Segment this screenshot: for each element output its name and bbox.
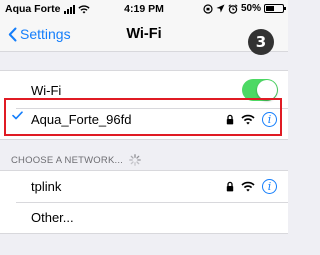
orientation-lock-icon	[203, 3, 213, 14]
page-title: Wi-Fi	[126, 26, 162, 42]
wifi-signal-icon	[241, 181, 255, 191]
networks-section-header: CHOOSE A NETWORK...	[11, 154, 141, 166]
alarm-icon	[228, 3, 238, 14]
status-bar-right: 50%	[203, 3, 286, 14]
other-network-label: Other...	[31, 209, 74, 225]
network-row-tplink[interactable]: tplink i	[0, 169, 288, 203]
network-info-button[interactable]: i	[262, 178, 277, 194]
step-number-badge: 3	[248, 29, 274, 55]
wifi-toggle-label: Wi-Fi	[31, 82, 62, 98]
network-row-other[interactable]: Other...	[0, 201, 288, 233]
networks-list: tplink i Other...	[0, 170, 288, 234]
network-name: tplink	[31, 178, 62, 194]
connected-network-highlight	[4, 98, 282, 136]
battery-percent: 50%	[240, 3, 261, 14]
location-icon	[216, 4, 225, 13]
network-icons: i	[226, 178, 277, 194]
loading-spinner-icon	[129, 154, 141, 166]
networks-section-title: CHOOSE A NETWORK...	[11, 154, 124, 166]
navigation-bar: Settings Wi-Fi	[0, 20, 288, 52]
toggle-knob	[257, 80, 277, 100]
status-bar: Aqua Forte 4:19 PM 50%	[0, 0, 288, 20]
lock-icon	[226, 181, 234, 191]
battery-icon	[264, 4, 286, 13]
